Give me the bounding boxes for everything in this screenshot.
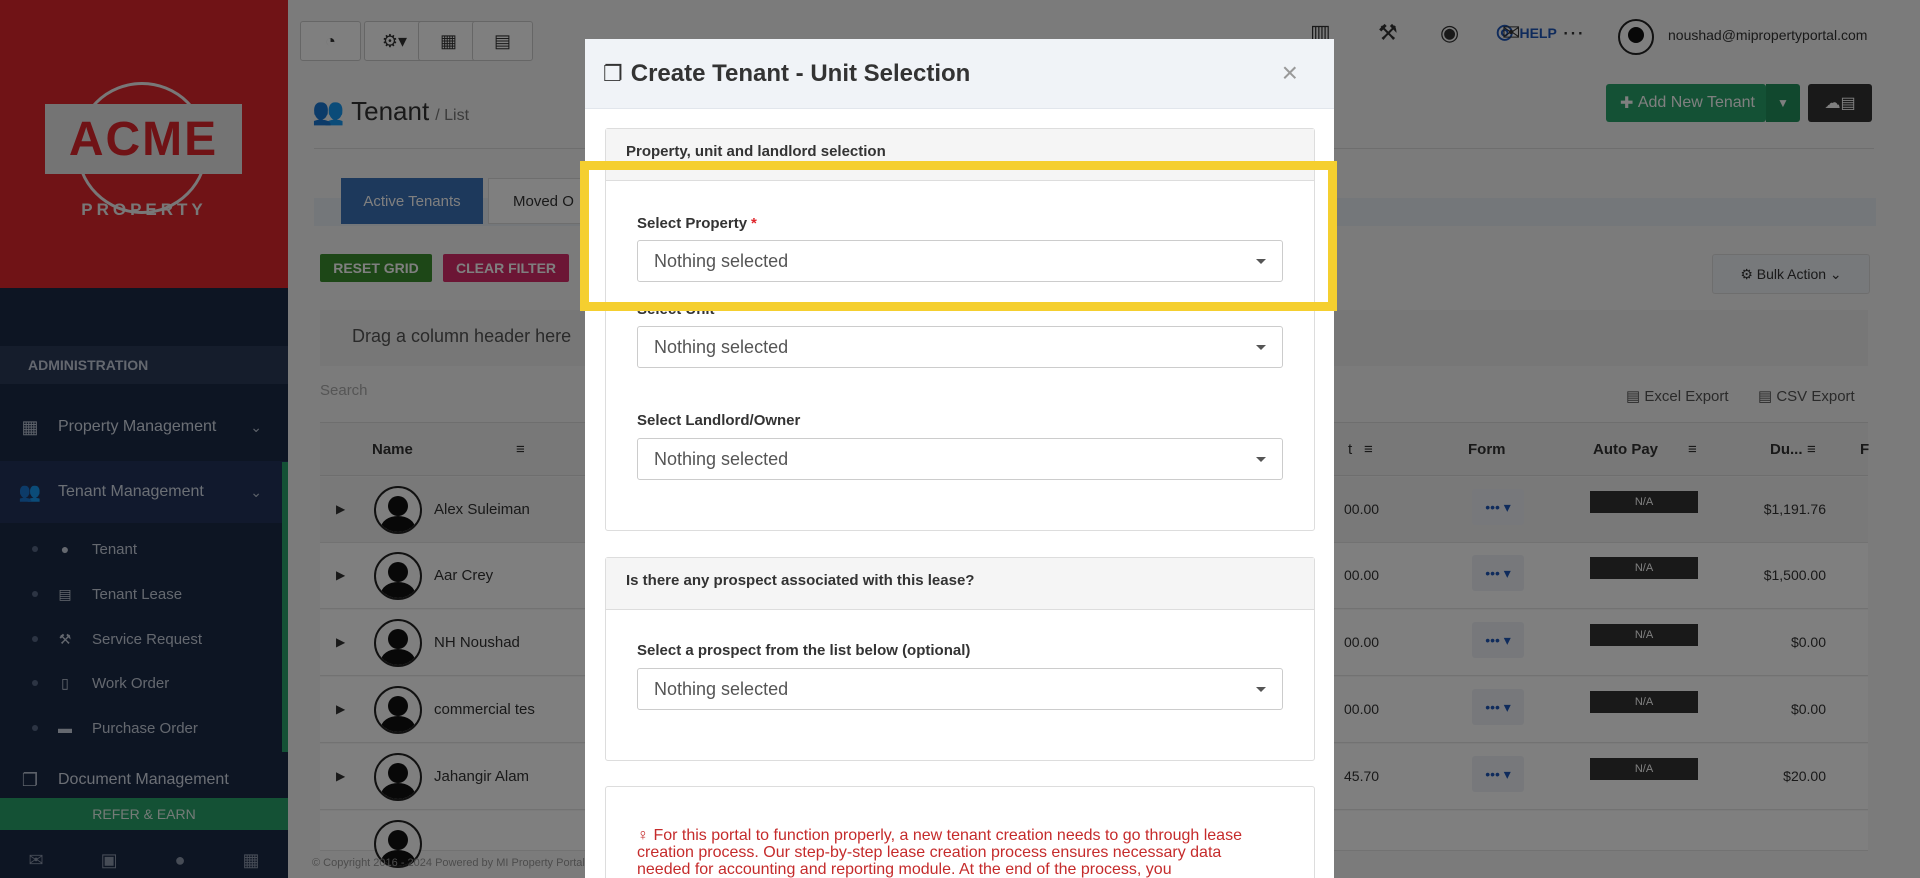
- close-button[interactable]: ×: [1282, 57, 1298, 89]
- modal-header: ❐ Create Tenant - Unit Selection ×: [585, 39, 1334, 109]
- caret-down-icon: [1256, 457, 1266, 462]
- notice-panel: ♀ For this portal to function properly, …: [605, 786, 1315, 878]
- select-unit-dropdown[interactable]: Nothing selected: [637, 326, 1283, 368]
- select-property-dropdown[interactable]: Nothing selected: [637, 240, 1283, 282]
- modal-title: Create Tenant - Unit Selection: [630, 59, 971, 87]
- select-value: Nothing selected: [654, 678, 789, 699]
- prospect-panel: Is there any prospect associated with th…: [605, 557, 1315, 761]
- select-value: Nothing selected: [654, 336, 789, 357]
- create-tenant-modal: ❐ Create Tenant - Unit Selection × Prope…: [585, 39, 1334, 878]
- select-landlord-dropdown[interactable]: Nothing selected: [637, 438, 1283, 480]
- caret-down-icon: [1256, 259, 1266, 264]
- select-property-label: Select Property *: [637, 215, 757, 232]
- caret-down-icon: [1256, 345, 1266, 350]
- notice-body: For this portal to function properly, a …: [637, 827, 1242, 878]
- required-marker: *: [751, 215, 757, 232]
- copy-icon: ❐: [603, 60, 623, 86]
- select-value: Nothing selected: [654, 448, 789, 469]
- panel-title: Property, unit and landlord selection: [606, 129, 1314, 181]
- select-value: Nothing selected: [654, 250, 789, 271]
- select-prospect-label: Select a prospect from the list below (o…: [637, 642, 971, 659]
- caret-down-icon: [1256, 687, 1266, 692]
- select-unit-label: Select Unit: [637, 301, 715, 318]
- lightbulb-icon: ♀: [637, 827, 654, 844]
- select-landlord-label: Select Landlord/Owner: [637, 412, 801, 429]
- select-property-label-text: Select Property: [637, 215, 748, 232]
- property-selection-panel: Property, unit and landlord selection Se…: [605, 128, 1315, 531]
- notice-text: ♀ For this portal to function properly, …: [637, 827, 1277, 878]
- select-prospect-dropdown[interactable]: Nothing selected: [637, 668, 1283, 710]
- panel-title: Is there any prospect associated with th…: [606, 558, 1314, 610]
